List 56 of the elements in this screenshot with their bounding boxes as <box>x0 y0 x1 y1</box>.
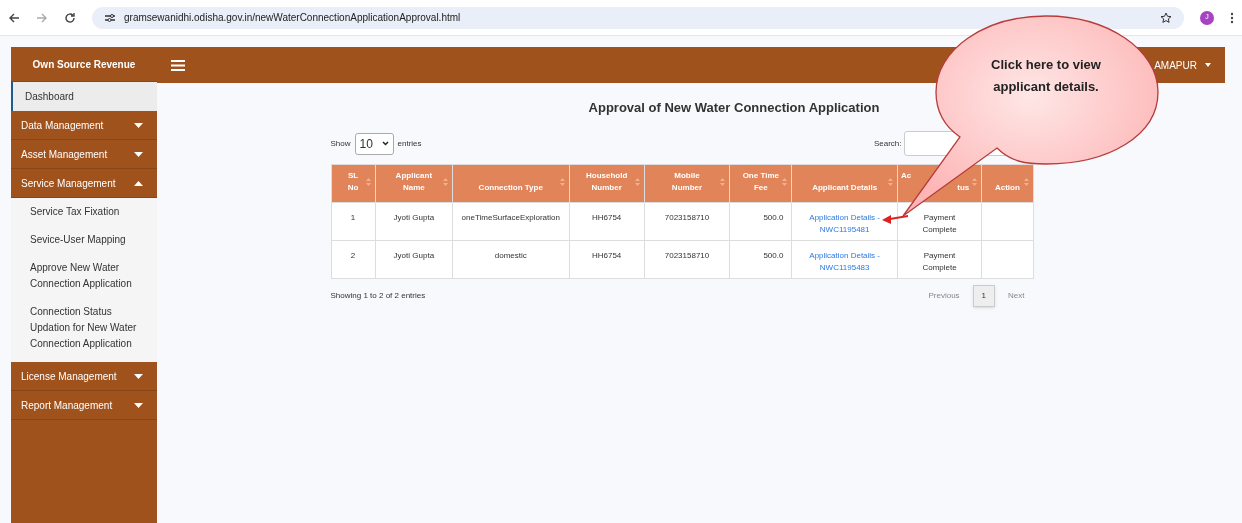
submenu-item[interactable]: Service Tax Fixation <box>11 204 157 220</box>
sort-icon[interactable] <box>443 176 448 187</box>
submenu-item[interactable]: Connection Status Updation for New Water Connection Application <box>11 304 157 352</box>
back-icon[interactable] <box>8 11 20 24</box>
pagination-button[interactable]: Previous <box>919 284 969 307</box>
sort-icon[interactable] <box>559 176 565 187</box>
sidebar-group[interactable]: Asset Management <box>11 140 157 169</box>
table-cell: domestic <box>452 240 569 278</box>
submenu-item[interactable]: Approve New Water Connection Application <box>11 260 157 292</box>
caret-down-icon <box>1205 63 1211 67</box>
table-cell: 500.0 <box>729 202 792 240</box>
sort-icon[interactable] <box>782 176 788 187</box>
length-label: Show <box>330 137 351 150</box>
sort-icon[interactable] <box>1023 176 1029 187</box>
table-cell: HH6754 <box>569 202 645 240</box>
reload-icon[interactable] <box>64 11 76 24</box>
table-cell: oneTimeSurfaceExploration <box>452 202 569 240</box>
url-text: gramsewanidhi.odisha.gov.in/newWaterConnectionApplicationApproval.html <box>124 11 462 25</box>
page-title: Approval of New Water Connection Application <box>588 99 880 117</box>
length-label: entries <box>397 137 422 150</box>
callout-text: Click here to view applicant details. <box>990 56 1102 96</box>
site-settings-icon[interactable] <box>104 12 116 23</box>
table-info: Showing 1 to 2 of 2 entries <box>330 289 426 302</box>
forward-icon[interactable] <box>36 11 48 24</box>
table-cell: HH6754 <box>569 240 645 278</box>
menu-icon[interactable] <box>1230 11 1234 24</box>
submenu-item[interactable]: Sevice-User Mapping <box>11 232 157 248</box>
table-cell: 500.0 <box>729 240 792 278</box>
table-cell: Payment Complete <box>897 240 982 278</box>
table-cell: Jyoti Gupta <box>375 202 453 240</box>
table-cell: 1 <box>331 202 376 240</box>
table-cell: 2 <box>331 240 376 278</box>
menu-icon[interactable] <box>171 59 185 71</box>
sort-icon[interactable] <box>972 176 978 187</box>
star-icon[interactable] <box>1160 11 1172 24</box>
pagination-button[interactable]: 1 <box>972 284 996 307</box>
table-cell <box>981 202 1033 240</box>
sort-icon[interactable] <box>365 176 371 187</box>
table-cell: 7023158710 <box>644 240 730 278</box>
chevron-down-icon <box>381 141 389 146</box>
pagination-button[interactable]: Next <box>999 284 1034 307</box>
sort-icon[interactable] <box>634 176 640 187</box>
table-cell: 7023158710 <box>644 202 730 240</box>
pointer-arrow <box>882 212 908 225</box>
entries-select[interactable]: 10 <box>354 132 394 155</box>
table-cell: Jyoti Gupta <box>375 240 453 278</box>
sidebar-group[interactable]: Data Management <box>11 111 157 140</box>
sort-icon[interactable] <box>720 176 726 187</box>
user-menu[interactable]: AMAPUR <box>1154 57 1211 73</box>
address-bar[interactable]: gramsewanidhi.odisha.gov.in/newWaterConnectionApplicationApproval.html <box>92 6 1184 29</box>
sidebar-group[interactable]: License Management <box>11 362 157 391</box>
sidebar-group[interactable]: Report Management <box>11 391 157 420</box>
search-label: Search: <box>873 137 902 150</box>
sidebar-item[interactable]: Dashboard <box>11 82 157 111</box>
table-cell <box>981 240 1033 278</box>
sort-icon[interactable] <box>887 176 893 187</box>
